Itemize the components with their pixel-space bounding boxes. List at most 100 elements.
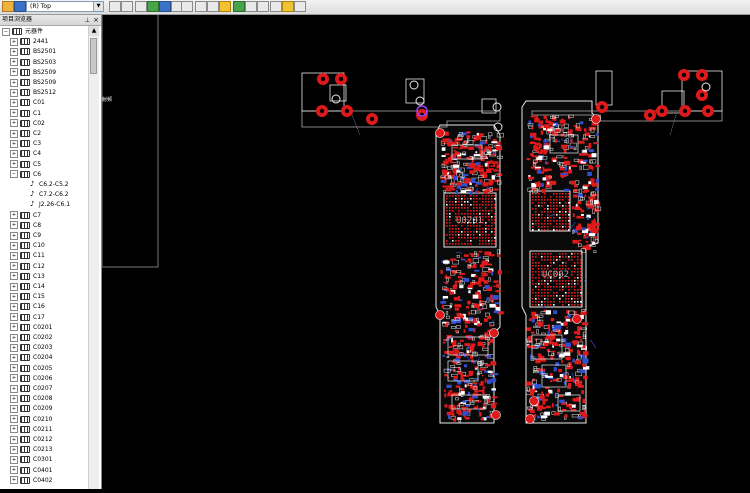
expand-toggle-icon[interactable]: + bbox=[10, 68, 18, 76]
pcb-canvas[interactable]: U0201UC002射频 bbox=[102, 15, 750, 489]
expand-toggle-icon[interactable]: + bbox=[10, 283, 18, 291]
expand-toggle-icon[interactable]: + bbox=[10, 160, 18, 168]
select-icon[interactable] bbox=[181, 1, 193, 12]
scroll-up-icon[interactable]: ▲ bbox=[89, 26, 99, 36]
tree-child-item[interactable]: ♪C7.2-C6.2 bbox=[30, 190, 69, 200]
tree-item[interactable]: +BS2501 bbox=[10, 47, 56, 57]
expand-toggle-icon[interactable]: + bbox=[10, 374, 18, 382]
expand-toggle-icon[interactable]: + bbox=[10, 79, 18, 87]
tree-item[interactable]: +C14 bbox=[10, 282, 45, 292]
expand-toggle-icon[interactable]: + bbox=[10, 48, 18, 56]
tree-item[interactable]: +C9 bbox=[10, 231, 41, 241]
expand-toggle-icon[interactable]: + bbox=[10, 323, 18, 331]
tree-item[interactable]: +C0211 bbox=[10, 425, 52, 435]
expand-toggle-icon[interactable]: + bbox=[10, 130, 18, 138]
pin-icon[interactable] bbox=[270, 1, 282, 12]
measure-icon[interactable] bbox=[257, 1, 269, 12]
tree-item[interactable]: +C0401 bbox=[10, 466, 52, 476]
expand-toggle-icon[interactable]: + bbox=[10, 466, 18, 474]
tree-item[interactable]: +C0210 bbox=[10, 415, 52, 425]
tree-item[interactable]: +C0208 bbox=[10, 394, 52, 404]
expand-toggle-icon[interactable]: + bbox=[10, 272, 18, 280]
tree-item[interactable]: +C0209 bbox=[10, 404, 52, 414]
expand-toggle-icon[interactable]: + bbox=[10, 415, 18, 423]
expand-toggle-icon[interactable]: + bbox=[10, 405, 18, 413]
tree-scrollbar[interactable]: ▲ bbox=[88, 26, 99, 489]
tree-item[interactable]: +C11 bbox=[10, 251, 45, 261]
expand-toggle-icon[interactable]: + bbox=[10, 211, 18, 219]
save-icon[interactable] bbox=[14, 1, 26, 12]
tree-item[interactable]: +C15 bbox=[10, 292, 45, 302]
pin-icon[interactable]: ⊥ bbox=[85, 16, 90, 26]
expand-toggle-icon[interactable]: + bbox=[10, 140, 18, 148]
expand-toggle-icon[interactable]: − bbox=[2, 28, 10, 36]
expand-toggle-icon[interactable]: + bbox=[10, 38, 18, 46]
expand-toggle-icon[interactable]: + bbox=[10, 436, 18, 444]
tree-item[interactable]: +2441 bbox=[10, 37, 48, 47]
tree-item[interactable]: +C0205 bbox=[10, 364, 52, 374]
expand-toggle-icon[interactable]: + bbox=[10, 313, 18, 321]
expand-toggle-icon[interactable]: + bbox=[10, 425, 18, 433]
expand-toggle-icon[interactable]: + bbox=[10, 109, 18, 117]
expand-toggle-icon[interactable]: + bbox=[10, 476, 18, 484]
net-icon[interactable] bbox=[159, 1, 171, 12]
tree-item[interactable]: +C0207 bbox=[10, 384, 52, 394]
grid-icon[interactable] bbox=[147, 1, 159, 12]
expand-toggle-icon[interactable]: + bbox=[10, 354, 18, 362]
tree-item[interactable]: +C0301 bbox=[10, 455, 52, 465]
expand-toggle-icon[interactable]: + bbox=[10, 262, 18, 270]
tree-item[interactable]: +C0201 bbox=[10, 323, 52, 333]
flip-icon[interactable] bbox=[233, 1, 245, 12]
tree-item[interactable]: +BS2503 bbox=[10, 58, 56, 68]
tree-item[interactable]: +C0402 bbox=[10, 476, 52, 486]
tree-item[interactable]: +C02 bbox=[10, 119, 45, 129]
tree-item[interactable]: +C0204 bbox=[10, 353, 52, 363]
tree-item[interactable]: +C12 bbox=[10, 262, 45, 272]
expand-toggle-icon[interactable]: + bbox=[10, 58, 18, 66]
redo-icon[interactable] bbox=[121, 1, 133, 12]
tree-item[interactable]: −C6 bbox=[10, 170, 41, 180]
tree-child-item[interactable]: ♪C6.2-C5.2 bbox=[30, 180, 69, 190]
zoom-out-icon[interactable] bbox=[207, 1, 219, 12]
expand-toggle-icon[interactable]: + bbox=[10, 119, 18, 127]
tree-item[interactable]: +C01 bbox=[10, 98, 45, 108]
expand-toggle-icon[interactable]: + bbox=[10, 252, 18, 260]
scroll-thumb[interactable] bbox=[90, 38, 97, 74]
tree-item[interactable]: +C0213 bbox=[10, 445, 52, 455]
expand-toggle-icon[interactable]: + bbox=[10, 221, 18, 229]
tree-item[interactable]: +C10 bbox=[10, 241, 45, 251]
expand-toggle-icon[interactable]: − bbox=[10, 170, 18, 178]
tree-item[interactable]: +C13 bbox=[10, 272, 45, 282]
tree-item[interactable]: +C0202 bbox=[10, 333, 52, 343]
expand-toggle-icon[interactable]: + bbox=[10, 334, 18, 342]
expand-toggle-icon[interactable]: + bbox=[10, 344, 18, 352]
zoom-in-icon[interactable] bbox=[195, 1, 207, 12]
expand-toggle-icon[interactable]: + bbox=[10, 395, 18, 403]
expand-toggle-icon[interactable]: + bbox=[10, 150, 18, 158]
expand-toggle-icon[interactable]: + bbox=[10, 364, 18, 372]
tree-item[interactable]: +BS2512 bbox=[10, 88, 56, 98]
expand-toggle-icon[interactable]: + bbox=[10, 303, 18, 311]
expand-toggle-icon[interactable]: + bbox=[10, 89, 18, 97]
tree-item[interactable]: +C1 bbox=[10, 109, 41, 119]
tree-item[interactable]: +C8 bbox=[10, 221, 41, 231]
tree-item[interactable]: +BS2509 bbox=[10, 68, 56, 78]
expand-toggle-icon[interactable]: + bbox=[10, 232, 18, 240]
tree-item[interactable]: +BS2509 bbox=[10, 78, 56, 88]
expand-toggle-icon[interactable]: + bbox=[10, 242, 18, 250]
undo-icon[interactable] bbox=[109, 1, 121, 12]
tree-root[interactable]: −元器件 bbox=[2, 27, 43, 37]
layer-select[interactable]: (R) Top ▼ bbox=[26, 1, 104, 12]
tree-item[interactable]: +C17 bbox=[10, 313, 45, 323]
find-icon[interactable] bbox=[219, 1, 231, 12]
tree-item[interactable]: +C7 bbox=[10, 211, 41, 221]
tree-item[interactable]: +C16 bbox=[10, 302, 45, 312]
tree-item[interactable]: +C5 bbox=[10, 160, 41, 170]
tree-item[interactable]: +C4 bbox=[10, 149, 41, 159]
expand-toggle-icon[interactable]: + bbox=[10, 446, 18, 454]
window-icon[interactable] bbox=[282, 1, 294, 12]
component-icon[interactable] bbox=[135, 1, 147, 12]
chevron-down-icon[interactable]: ▼ bbox=[93, 2, 103, 11]
expand-toggle-icon[interactable]: + bbox=[10, 456, 18, 464]
tree-item[interactable]: +C0203 bbox=[10, 343, 52, 353]
